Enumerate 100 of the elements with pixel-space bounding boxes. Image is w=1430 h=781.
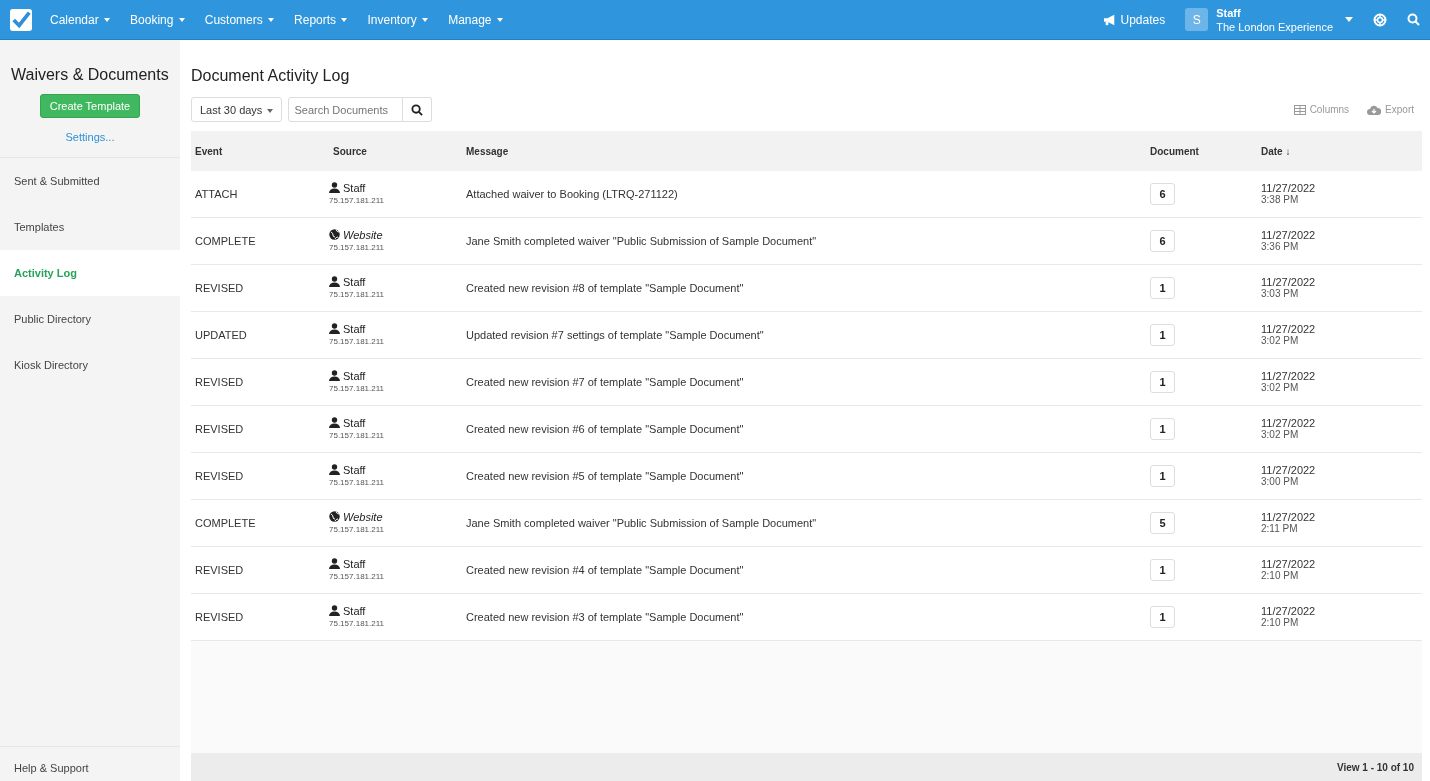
event-cell-text: ATTACH (194, 188, 239, 200)
date-text: 11/27/2022 (1261, 605, 1317, 617)
document-number-badge[interactable]: 1 (1150, 465, 1175, 487)
date-text: 11/27/2022 (1261, 276, 1317, 288)
document-number-badge[interactable]: 1 (1150, 277, 1175, 299)
dropdown-caret-icon[interactable] (1345, 17, 1353, 22)
message-cell-text: Created new revision #7 of template "Sample Document" (466, 376, 745, 388)
time-text: 2:11 PM (1261, 523, 1299, 535)
message-cell-text: Jane Smith completed waiver "Public Submission of Sample Document" (466, 235, 818, 247)
event-cell-text: COMPLETE (194, 235, 257, 247)
column-header[interactable]: Date ↓ (1261, 145, 1422, 157)
document-number-badge[interactable]: 1 (1150, 418, 1175, 440)
message-cell-text: Created new revision #6 of template "Sample Document" (466, 423, 745, 435)
time-text: 2:10 PM (1261, 570, 1300, 582)
document-number-badge[interactable]: 5 (1150, 512, 1175, 534)
event-cell-text: COMPLETE (194, 517, 257, 529)
time-text: 3:36 PM (1261, 241, 1300, 253)
document-number-badge[interactable]: 1 (1150, 371, 1175, 393)
ip-address: 75.157.181.211 (329, 476, 385, 489)
table-grid-icon (1293, 104, 1306, 115)
document-number-badge[interactable]: 1 (1150, 606, 1175, 628)
message-cell-text: Jane Smith completed waiver "Public Submission of Sample Document" (466, 517, 818, 529)
event-cell-text: REVISED (194, 470, 245, 482)
message-cell-text: Attached waiver to Booking (LTRQ-271122) (466, 188, 679, 200)
column-header[interactable]: Event (191, 145, 329, 157)
source-name: Website (343, 228, 383, 241)
column-header[interactable]: Document (1150, 145, 1261, 157)
caret-icon (422, 18, 429, 23)
person-icon (329, 370, 340, 381)
source-name: Website (343, 510, 383, 523)
caret-icon (104, 18, 111, 23)
ip-address: 75.157.181.211 (329, 382, 385, 395)
ip-address: 75.157.181.211 (329, 429, 385, 442)
event-cell-text: REVISED (194, 376, 245, 388)
column-header[interactable]: Source (329, 145, 466, 157)
message-cell-text: Created new revision #5 of template "Sample Document" (466, 470, 745, 482)
lifebuoy-icon[interactable] (1373, 12, 1387, 27)
message-cell-text: Created new revision #4 of template "Sample Document" (466, 564, 745, 576)
search-button[interactable] (403, 97, 433, 122)
ip-address: 75.157.181.211 (329, 288, 385, 301)
caret-icon (341, 18, 348, 23)
time-text: 3:02 PM (1261, 382, 1300, 394)
message-cell-text: Updated revision #7 settings of template "Sample Document" (466, 329, 765, 341)
search-field[interactable]: Search Documents (288, 97, 404, 122)
sidebar-title: Waivers & Documents (11, 66, 170, 84)
time-text: 3:02 PM (1261, 335, 1300, 347)
time-text: 3:02 PM (1261, 429, 1300, 441)
document-number-badge[interactable]: 1 (1150, 559, 1175, 581)
person-icon (329, 605, 340, 616)
document-number-badge[interactable]: 6 (1150, 230, 1175, 252)
source-name: Staff (343, 275, 366, 288)
date-text: 11/27/2022 (1261, 417, 1317, 429)
cloud-download-icon (1367, 104, 1382, 115)
person-icon (329, 417, 340, 428)
document-number-badge[interactable]: 1 (1150, 324, 1175, 346)
globe-icon (329, 511, 340, 522)
caret-icon (178, 18, 185, 23)
event-cell-text: REVISED (194, 564, 245, 576)
date-text: 11/27/2022 (1261, 370, 1317, 382)
search-icon (411, 103, 424, 116)
source-name: Staff (343, 416, 366, 429)
source-name: Staff (343, 369, 366, 382)
time-text: 3:00 PM (1261, 476, 1300, 488)
date-range-dropdown[interactable]: Last 30 days (191, 97, 283, 122)
event-cell-text: REVISED (194, 282, 245, 294)
document-number-badge[interactable]: 6 (1150, 183, 1175, 205)
sidebar-item[interactable]: Kiosk Directory (0, 342, 180, 388)
date-text: 11/27/2022 (1261, 229, 1317, 241)
ip-address: 75.157.181.211 (329, 194, 385, 207)
time-text: 3:03 PM (1261, 288, 1300, 300)
date-text: 11/27/2022 (1261, 323, 1317, 335)
ip-address: 75.157.181.211 (329, 241, 385, 254)
person-icon (329, 182, 340, 193)
source-name: Staff (343, 322, 366, 335)
person-icon (329, 276, 340, 287)
source-name: Staff (343, 557, 366, 570)
date-text: 11/27/2022 (1261, 182, 1317, 194)
date-text: 11/27/2022 (1261, 464, 1317, 476)
search-icon[interactable] (1407, 13, 1420, 26)
source-name: Staff (343, 604, 366, 617)
time-text: 3:38 PM (1261, 194, 1300, 206)
caret-icon (496, 18, 503, 23)
column-header[interactable]: Message (466, 145, 1150, 157)
sidebar-item[interactable]: Public Directory (0, 296, 180, 342)
source-name: Staff (343, 181, 366, 194)
sidebar-item[interactable]: Templates (0, 204, 180, 250)
sidebar-item[interactable]: Sent & Submitted (0, 158, 180, 204)
help-link[interactable]: Help & Support (0, 746, 180, 781)
event-cell-text: REVISED (194, 423, 245, 435)
message-cell-text: Created new revision #8 of template "Sample Document" (466, 282, 745, 294)
record-count: View 1 - 10 of 10 (1336, 761, 1414, 773)
checkmark-logo-icon[interactable] (10, 8, 32, 31)
person-icon (329, 464, 340, 475)
event-cell-text: UPDATED (194, 329, 248, 341)
time-text: 2:10 PM (1261, 617, 1300, 629)
page-title: Document Activity Log (191, 67, 351, 85)
source-name: Staff (343, 463, 366, 476)
globe-icon (329, 229, 340, 240)
person-icon (329, 323, 340, 334)
message-cell-text: Created new revision #3 of template "Sample Document" (466, 611, 745, 623)
